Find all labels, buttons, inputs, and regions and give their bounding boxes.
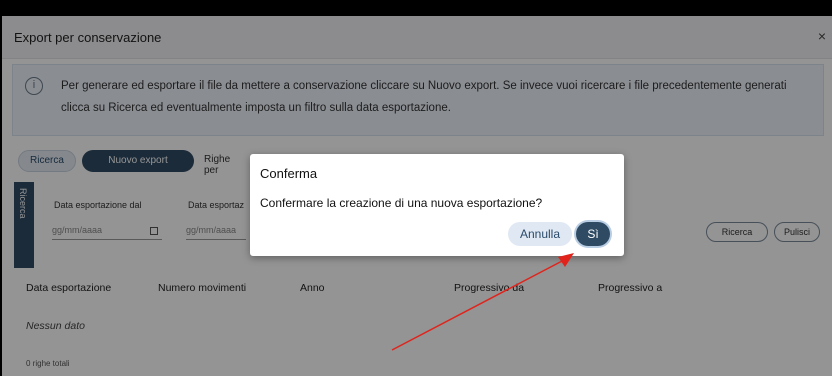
- dialog-message: Confermare la creazione di una nuova esp…: [260, 196, 543, 210]
- cancel-button[interactable]: Annulla: [508, 222, 572, 246]
- dialog-title: Conferma: [260, 166, 318, 181]
- export-window: Export per conservazione × i Per generar…: [2, 16, 832, 376]
- confirm-dialog: Conferma Confermare la creazione di una …: [250, 154, 624, 256]
- confirm-button[interactable]: Sì: [576, 222, 610, 246]
